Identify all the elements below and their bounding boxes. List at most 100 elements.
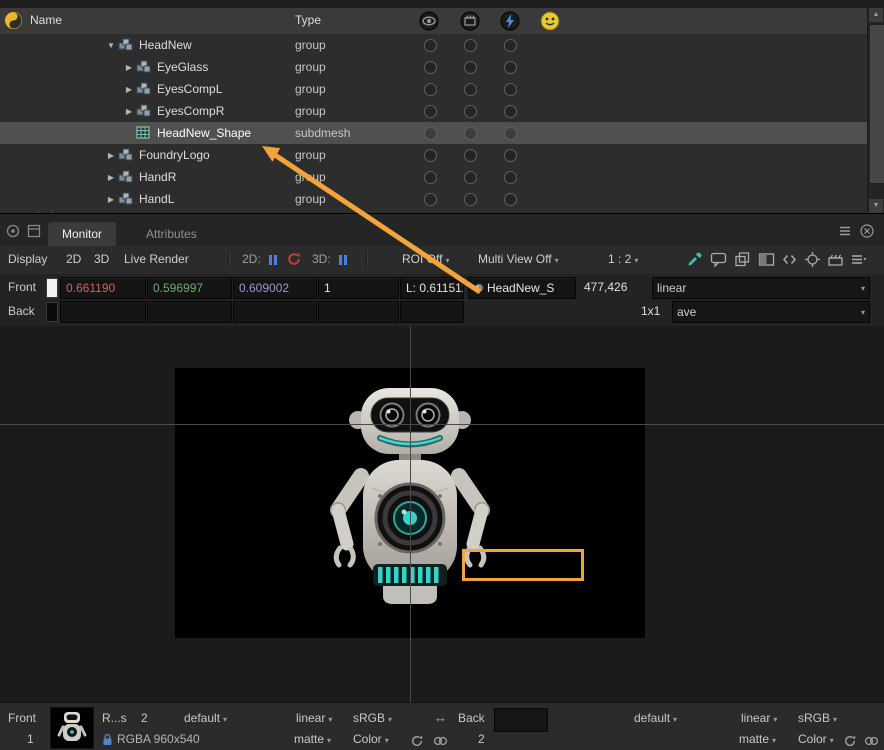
group-icon [118, 192, 134, 206]
lightning-icon[interactable] [500, 11, 520, 31]
lightning-toggle[interactable] [504, 149, 517, 162]
visibility-toggle[interactable] [424, 127, 437, 140]
zoom-ratio-dropdown[interactable]: 1 : 2▾ [608, 252, 638, 266]
table-row-headnew-shape-selected[interactable]: HeadNew_Shape subdmesh [0, 122, 868, 144]
render-toggle[interactable] [464, 193, 477, 206]
swap-buffers-icon[interactable]: ↔ [434, 710, 447, 725]
front-format: RGBA 960x540 [117, 732, 200, 746]
render-toggle[interactable] [464, 127, 477, 140]
lightning-toggle[interactable] [504, 127, 517, 140]
back-colorspace-dropdown[interactable]: linear▾ [741, 711, 777, 725]
multi-view-dropdown[interactable]: Multi View Off▾ [478, 252, 559, 266]
pause-3d-icon[interactable] [338, 254, 348, 268]
lightning-toggle[interactable] [504, 83, 517, 96]
scrollbar-thumb[interactable] [869, 24, 884, 184]
table-row-eyescompl[interactable]: ▶ EyesCompL group [0, 78, 868, 100]
sync-icon[interactable] [410, 734, 424, 748]
front-display-dropdown[interactable]: sRGB▾ [353, 711, 392, 725]
render-toggle[interactable] [464, 149, 477, 162]
table-row-eyescompr[interactable]: ▶ EyesCompR group [0, 100, 868, 122]
table-row-handr[interactable]: ▶ HandR group [0, 166, 868, 188]
visibility-toggle[interactable] [424, 61, 437, 74]
front-colorspace-dropdown[interactable]: linear▾ [652, 277, 870, 299]
collapse-arrow-icon[interactable]: ▼ [104, 41, 118, 50]
table-row-headnew[interactable]: ▼ HeadNew group [0, 34, 868, 56]
front-source-name[interactable]: R...s [102, 711, 127, 725]
visibility-toggle[interactable] [424, 193, 437, 206]
render-toggle[interactable] [464, 83, 477, 96]
render-toggle[interactable] [464, 171, 477, 184]
render-toggle[interactable] [464, 105, 477, 118]
back-channel-dropdown[interactable]: Color▾ [798, 732, 834, 746]
probe-object-field[interactable]: HeadNew_S [468, 277, 576, 299]
lightning-toggle[interactable] [504, 105, 517, 118]
lightning-toggle[interactable] [504, 193, 517, 206]
comment-icon[interactable] [710, 251, 727, 268]
expand-arrow-icon[interactable]: ▶ [104, 151, 118, 160]
duplicate-icon[interactable] [734, 251, 751, 268]
eyedropper-icon[interactable] [686, 251, 703, 268]
front-colorspace-dropdown[interactable]: linear▾ [296, 711, 332, 725]
roi-dropdown[interactable]: ROI Off▾ [402, 252, 449, 266]
render-toggle[interactable] [464, 61, 477, 74]
front-buffer-index: 1 [27, 732, 34, 746]
lightning-toggle[interactable] [504, 61, 517, 74]
scrollbar[interactable]: ▲ ▼ [867, 8, 884, 213]
link-icon[interactable] [433, 734, 447, 748]
viewer-visibility-icon[interactable] [540, 11, 560, 31]
pin-icon[interactable] [27, 224, 41, 238]
scroll-up-icon[interactable]: ▲ [869, 8, 883, 22]
tab-monitor[interactable]: Monitor [48, 222, 116, 246]
monitor-viewport[interactable] [0, 326, 884, 702]
column-header-type[interactable]: Type [295, 13, 321, 27]
front-channel-dropdown[interactable]: Color▾ [353, 732, 389, 746]
scroll-down-icon[interactable]: ▼ [869, 199, 883, 213]
render-toggle[interactable] [464, 39, 477, 52]
back-preset-dropdown[interactable]: default▾ [634, 711, 677, 725]
menu-live-render[interactable]: Live Render [124, 252, 189, 266]
visibility-toggle[interactable] [424, 39, 437, 52]
back-matte-dropdown[interactable]: matte▾ [739, 732, 776, 746]
scenegraph-header: Name Type [0, 8, 868, 35]
sync-icon[interactable] [843, 734, 857, 748]
render-icon[interactable] [460, 11, 480, 31]
visibility-toggle[interactable] [424, 105, 437, 118]
front-thumbnail[interactable] [50, 707, 94, 749]
expand-arrow-icon[interactable]: ▶ [104, 195, 118, 204]
column-header-name[interactable]: Name [30, 13, 62, 27]
expand-arrow-icon[interactable]: ▶ [122, 85, 136, 94]
refresh-2d-icon[interactable] [286, 251, 303, 268]
visibility-toggle[interactable] [424, 83, 437, 96]
back-display-dropdown[interactable]: sRGB▾ [798, 711, 837, 725]
visibility-toggle[interactable] [424, 149, 437, 162]
panel-menu-icon[interactable] [838, 224, 852, 238]
katana-logo-icon [4, 11, 23, 30]
lightning-toggle[interactable] [504, 39, 517, 52]
table-row-foundrylogo[interactable]: ▶ FoundryLogo group [0, 144, 868, 166]
expand-arrow-icon[interactable]: ▶ [122, 107, 136, 116]
expand-arrow-icon[interactable]: ▶ [122, 63, 136, 72]
menu-2d[interactable]: 2D [66, 252, 81, 266]
back-source-input[interactable] [494, 708, 548, 732]
eye-icon[interactable] [419, 11, 439, 31]
visibility-toggle[interactable] [424, 171, 437, 184]
sample-mode-dropdown[interactable]: ave▾ [672, 301, 870, 323]
front-matte-dropdown[interactable]: matte▾ [294, 732, 331, 746]
lightning-toggle[interactable] [504, 171, 517, 184]
pane-icon[interactable] [6, 224, 20, 238]
overflow-menu-icon[interactable] [850, 251, 867, 268]
table-row-eyeglass[interactable]: ▶ EyeGlass group [0, 56, 868, 78]
tab-attributes[interactable]: Attributes [132, 222, 211, 246]
clapper-icon[interactable] [827, 251, 844, 268]
close-panel-icon[interactable] [860, 224, 874, 238]
link-icon[interactable] [864, 734, 878, 748]
expand-arrow-icon[interactable]: ▶ [104, 173, 118, 182]
front-preset-dropdown[interactable]: default▾ [184, 711, 227, 725]
pause-2d-icon[interactable] [268, 254, 278, 268]
menu-display[interactable]: Display [8, 252, 47, 266]
swap-icon[interactable] [781, 251, 798, 268]
compare-icon[interactable] [758, 251, 775, 268]
target-icon[interactable] [804, 251, 821, 268]
table-row-handl[interactable]: ▶ HandL group [0, 188, 868, 210]
menu-3d[interactable]: 3D [94, 252, 109, 266]
